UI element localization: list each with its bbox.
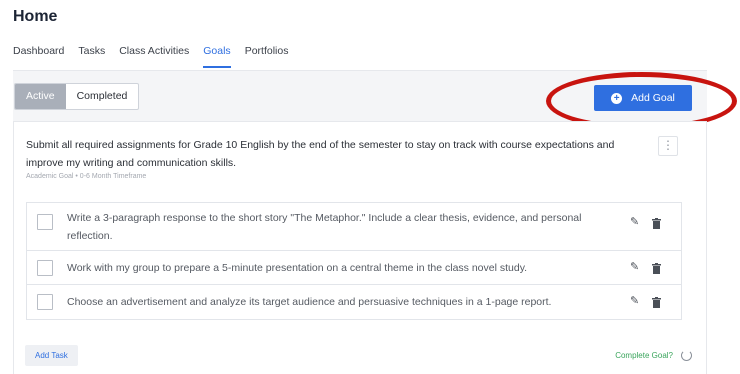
task-checkbox[interactable] [37, 294, 53, 310]
tab-class-activities[interactable]: Class Activities [119, 45, 189, 68]
filter-completed-button[interactable]: Completed [66, 84, 139, 109]
task-item: Write a 3-paragraph response to the shor… [27, 203, 681, 251]
task-checkbox[interactable] [37, 214, 53, 230]
pencil-icon[interactable]: ✎ [630, 215, 639, 228]
complete-goal-button[interactable]: Complete Goal? [615, 350, 692, 361]
goals-panel: Active Completed + Add Goal Submit all r… [13, 70, 737, 374]
pencil-icon[interactable]: ✎ [630, 294, 639, 307]
page-title: Home [13, 8, 58, 25]
goal-meta: Academic Goal • 0-6 Month Timeframe [26, 173, 147, 180]
pencil-icon[interactable]: ✎ [630, 260, 639, 273]
tab-portfolios[interactable]: Portfolios [245, 45, 289, 68]
complete-goal-label: Complete Goal? [615, 351, 673, 360]
task-list: Write a 3-paragraph response to the shor… [26, 202, 682, 320]
circle-icon [681, 350, 692, 361]
task-checkbox[interactable] [37, 260, 53, 276]
tab-dashboard[interactable]: Dashboard [13, 45, 64, 68]
goal-card: Submit all required assignments for Grad… [13, 121, 707, 374]
task-text: Work with my group to prepare a 5-minute… [67, 262, 528, 274]
task-item: Work with my group to prepare a 5-minute… [27, 251, 681, 285]
task-text: Write a 3-paragraph response to the shor… [67, 212, 582, 242]
trash-icon[interactable] [652, 261, 661, 279]
add-task-button[interactable]: Add Task [25, 345, 78, 366]
add-goal-label: Add Goal [631, 92, 675, 104]
task-text: Choose an advertisement and analyze its … [67, 296, 552, 308]
filter-active-button[interactable]: Active [15, 84, 66, 109]
trash-icon[interactable] [652, 295, 661, 313]
task-item: Choose an advertisement and analyze its … [27, 285, 681, 319]
goal-description: Submit all required assignments for Grad… [26, 139, 615, 169]
add-goal-button[interactable]: + Add Goal [594, 85, 692, 111]
plus-circle-icon: + [611, 92, 623, 104]
tab-goals[interactable]: Goals [203, 45, 231, 68]
main-nav: Dashboard Tasks Class Activities Goals P… [13, 45, 302, 68]
goal-status-toggle: Active Completed [14, 83, 140, 110]
trash-icon[interactable] [652, 216, 661, 234]
tab-tasks[interactable]: Tasks [78, 45, 105, 68]
more-options-icon[interactable]: ⋮ [658, 136, 678, 156]
